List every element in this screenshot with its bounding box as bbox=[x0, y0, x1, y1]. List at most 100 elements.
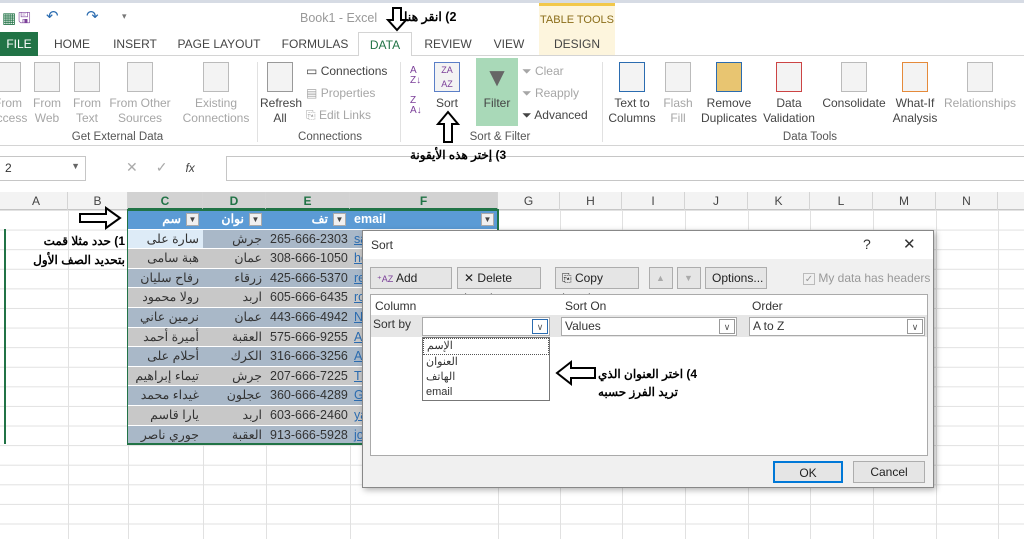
help-button[interactable]: ? bbox=[863, 236, 871, 252]
headers-checkbox[interactable]: ✓ My data has headers bbox=[803, 271, 930, 285]
table-cell[interactable]: أميرة أحمد bbox=[128, 327, 203, 348]
connections-button[interactable]: ▭ Connections bbox=[306, 64, 387, 78]
move-up-button[interactable]: ▲ bbox=[649, 267, 673, 289]
tab-view[interactable]: VIEW bbox=[488, 32, 530, 56]
tab-file[interactable]: FILE bbox=[0, 32, 38, 56]
refresh-all-button[interactable]: Refresh All bbox=[260, 62, 302, 126]
name-box[interactable]: 2 ▼ bbox=[0, 156, 86, 181]
flash-fill-button[interactable]: Flash Fill bbox=[662, 62, 694, 126]
tab-data[interactable]: DATA bbox=[358, 32, 412, 57]
data-validation-button[interactable]: Data Validation bbox=[758, 62, 820, 126]
filter-dropdown-icon[interactable]: ▼ bbox=[481, 213, 494, 226]
table-header-cell[interactable]: تف ▼ bbox=[266, 210, 350, 230]
filter-dropdown-icon[interactable]: ▼ bbox=[333, 213, 346, 226]
table-cell[interactable]: 308-666-1050 bbox=[266, 249, 350, 269]
add-level-button[interactable]: ⁺AZ Add Level bbox=[370, 267, 452, 306]
text-to-columns-button[interactable]: Text to Columns bbox=[606, 62, 658, 126]
table-cell[interactable]: جرش bbox=[203, 229, 266, 250]
table-cell[interactable]: أحلام على bbox=[128, 347, 203, 367]
dropdown-option[interactable]: الإسم bbox=[423, 338, 549, 355]
close-button[interactable]: ✕ bbox=[903, 235, 916, 253]
table-cell[interactable]: 913-666-5928 bbox=[266, 425, 350, 446]
table-header-cell[interactable]: نوان ▼ bbox=[203, 210, 266, 230]
table-cell[interactable]: 265-666-2303 bbox=[266, 229, 350, 250]
formula-input[interactable] bbox=[226, 156, 1024, 181]
column-header-C[interactable]: C bbox=[128, 192, 203, 210]
column-header-D[interactable]: D bbox=[203, 192, 266, 210]
sort-a-z-icon[interactable]: A Z↓ bbox=[410, 66, 421, 86]
column-header-N[interactable]: N bbox=[936, 192, 998, 210]
column-header-L[interactable]: L bbox=[810, 192, 873, 210]
table-cell[interactable]: عمان bbox=[203, 249, 266, 269]
table-cell[interactable]: 425-666-5370 bbox=[266, 268, 350, 289]
edit-links-button[interactable]: ⎘ Edit Links bbox=[306, 108, 371, 123]
table-cell[interactable]: رولا محمود bbox=[128, 288, 203, 308]
tab-review[interactable]: REVIEW bbox=[420, 32, 476, 56]
filter-dropdown-icon[interactable]: ▼ bbox=[186, 213, 199, 226]
delete-level-button[interactable]: ✕ Delete Level bbox=[457, 267, 541, 305]
tab-home[interactable]: HOME bbox=[50, 32, 94, 56]
column-header-K[interactable]: K bbox=[748, 192, 810, 210]
customize-qat-icon[interactable]: ▾ bbox=[122, 11, 127, 22]
table-cell[interactable]: جرش bbox=[203, 366, 266, 387]
table-cell[interactable]: تيماء إبراهيم bbox=[128, 366, 203, 387]
undo-icon[interactable]: ↶ bbox=[46, 7, 59, 25]
sort-by-select[interactable]: ∨ bbox=[422, 317, 550, 336]
table-cell[interactable]: 316-666-3256 bbox=[266, 347, 350, 367]
what-if-analysis-button[interactable]: What-If Analysis bbox=[890, 62, 940, 126]
table-cell[interactable]: 207-666-7225 bbox=[266, 366, 350, 387]
sort-on-select[interactable]: Values ∨ bbox=[561, 317, 737, 336]
column-header-G[interactable]: G bbox=[498, 192, 560, 210]
tab-design[interactable]: DESIGN bbox=[542, 32, 612, 56]
options-button[interactable]: Options... bbox=[705, 267, 767, 289]
table-cell[interactable]: 603-666-2460 bbox=[266, 406, 350, 426]
from-other-sources-button[interactable]: From Other Sources bbox=[108, 62, 172, 126]
table-cell[interactable]: هبة سامى bbox=[128, 249, 203, 269]
dropdown-option[interactable]: email bbox=[423, 385, 549, 400]
copy-level-button[interactable]: ⎘ Copy Level bbox=[555, 267, 639, 305]
table-header-cell[interactable]: email ▼ bbox=[350, 210, 498, 230]
move-down-button[interactable]: ▼ bbox=[677, 267, 701, 289]
column-header-F[interactable]: F bbox=[350, 192, 498, 210]
ok-button[interactable]: OK bbox=[773, 461, 843, 483]
column-header-J[interactable]: J bbox=[685, 192, 748, 210]
filter-dropdown-icon[interactable]: ▼ bbox=[249, 213, 262, 226]
redo-icon[interactable]: ↷ bbox=[86, 7, 99, 25]
insert-function-button[interactable]: fx bbox=[185, 161, 194, 175]
dropdown-option[interactable]: الهاتف bbox=[423, 370, 549, 385]
tab-formulas[interactable]: FORMULAS bbox=[278, 32, 352, 56]
save-icon[interactable]: 🖫 bbox=[18, 8, 31, 33]
sort-button[interactable]: ZA AZ Sort bbox=[430, 62, 464, 111]
table-header-cell[interactable]: سم ▼ bbox=[128, 210, 203, 230]
table-cell[interactable]: نرمين عاني bbox=[128, 308, 203, 328]
table-cell[interactable]: العقبة bbox=[203, 327, 266, 348]
relationships-button[interactable]: Relationships bbox=[944, 62, 1016, 111]
table-cell[interactable]: رفاح سليان bbox=[128, 268, 203, 289]
table-cell[interactable]: عجلون bbox=[203, 386, 266, 406]
column-header-I[interactable]: I bbox=[622, 192, 685, 210]
remove-duplicates-button[interactable]: Remove Duplicates bbox=[700, 62, 758, 126]
cancel-icon[interactable]: ✕ bbox=[126, 159, 138, 175]
column-header-B[interactable]: B bbox=[68, 192, 128, 210]
column-header-H[interactable]: H bbox=[560, 192, 622, 210]
column-header-M[interactable]: M bbox=[873, 192, 936, 210]
order-select[interactable]: A to Z ∨ bbox=[749, 317, 925, 336]
column-header-E[interactable]: E bbox=[266, 192, 350, 210]
table-cell[interactable]: 575-666-9255 bbox=[266, 327, 350, 348]
existing-connections-button[interactable]: Existing Connections bbox=[180, 62, 252, 126]
table-cell[interactable]: اربد bbox=[203, 406, 266, 426]
consolidate-button[interactable]: Consolidate bbox=[822, 62, 886, 111]
table-cell[interactable]: 605-666-6435 bbox=[266, 288, 350, 308]
table-cell[interactable]: زرقاء bbox=[203, 268, 266, 289]
sort-z-a-icon[interactable]: Z A↓ bbox=[410, 96, 422, 116]
table-cell[interactable]: يارا قاسم bbox=[128, 406, 203, 426]
table-cell[interactable]: سارة على bbox=[128, 229, 203, 250]
table-cell[interactable]: اربد bbox=[203, 288, 266, 308]
reapply-button[interactable]: ⏷ Reapply bbox=[522, 86, 579, 101]
clear-button[interactable]: ⏷ Clear bbox=[522, 64, 564, 79]
table-cell[interactable]: الكرك bbox=[203, 347, 266, 367]
enter-icon[interactable]: ✓ bbox=[156, 159, 168, 175]
table-cell[interactable]: 360-666-4289 bbox=[266, 386, 350, 406]
from-web-button[interactable]: From Web bbox=[30, 62, 64, 126]
table-cell[interactable]: جوري ناصر bbox=[128, 425, 203, 446]
